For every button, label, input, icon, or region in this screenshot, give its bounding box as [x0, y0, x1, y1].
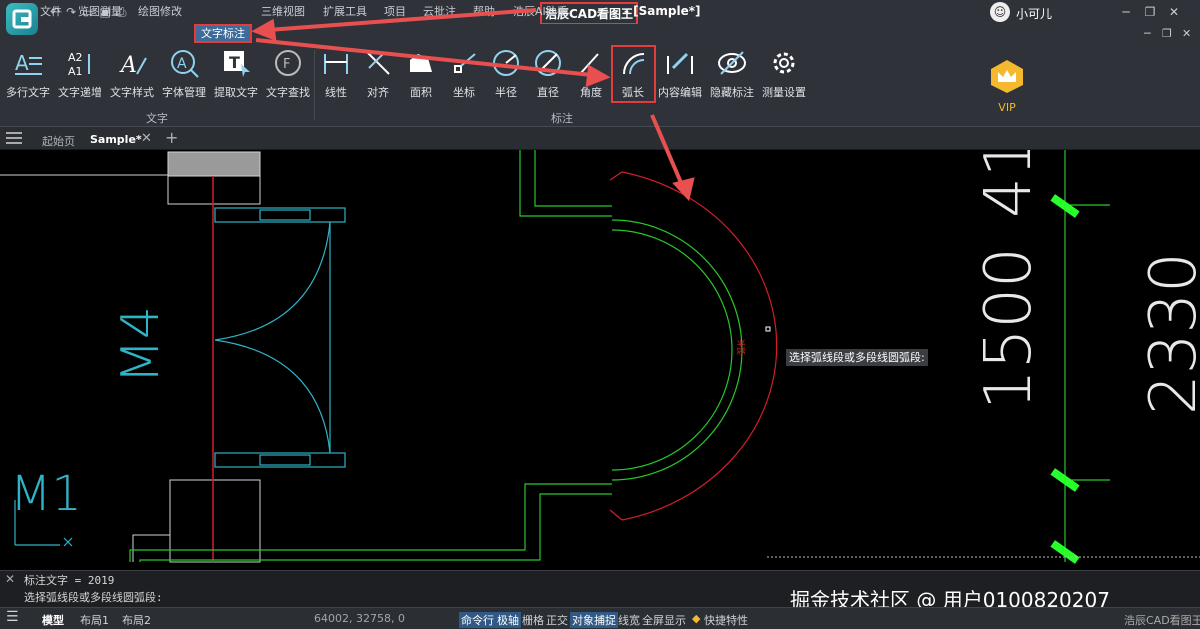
arrow-line — [650, 114, 684, 186]
cad-viewer-window: ↶ ↷ ▭ ▣ ⎙ 浩辰CAD看图王 - [Sample*] ☺ 小可儿 ─ ❐… — [0, 0, 1200, 629]
tab-layout2[interactable]: 布局2 — [122, 612, 151, 628]
arrow-head — [585, 64, 611, 88]
toggle-grid[interactable]: 栅格 — [522, 612, 544, 628]
toggle-polar[interactable]: 极轴 — [495, 612, 521, 628]
toggle-quick-properties[interactable]: 快捷特性 — [704, 612, 748, 628]
coordinate-readout: 64002, 32758, 0 — [314, 612, 405, 625]
tab-layout1[interactable]: 布局1 — [80, 612, 109, 628]
command-tooltip: 选择弧线段或多段线圆弧段: — [786, 349, 928, 366]
close-icon[interactable]: ✕ — [5, 572, 15, 586]
toggle-object-snap[interactable]: 对象捕捉 — [570, 612, 618, 628]
status-app-name: 浩辰CAD看图王 — [1124, 614, 1200, 627]
arrow-head — [672, 177, 695, 202]
tab-model[interactable]: 模型 — [42, 612, 64, 628]
quick-properties-icon[interactable]: ◆ — [692, 612, 700, 625]
arrow-line — [267, 8, 537, 32]
instruction-arrows — [251, 8, 695, 202]
toggle-command-line[interactable]: 命令行 — [459, 612, 496, 628]
arrow-head — [251, 18, 277, 42]
toggle-lineweight[interactable]: 线宽 — [618, 612, 640, 628]
command-history-line: 标注文字 = 2019 — [24, 574, 115, 587]
command-prompt[interactable]: 选择弧线段或多段线圆弧段: — [24, 589, 163, 605]
toggle-fullscreen[interactable]: 全屏显示 — [642, 612, 686, 628]
arrow-line — [255, 38, 593, 77]
toggle-ortho[interactable]: 正交 — [546, 612, 568, 628]
hamburger-icon[interactable]: ☰ — [6, 609, 19, 625]
app-logo-icon[interactable] — [6, 3, 38, 35]
